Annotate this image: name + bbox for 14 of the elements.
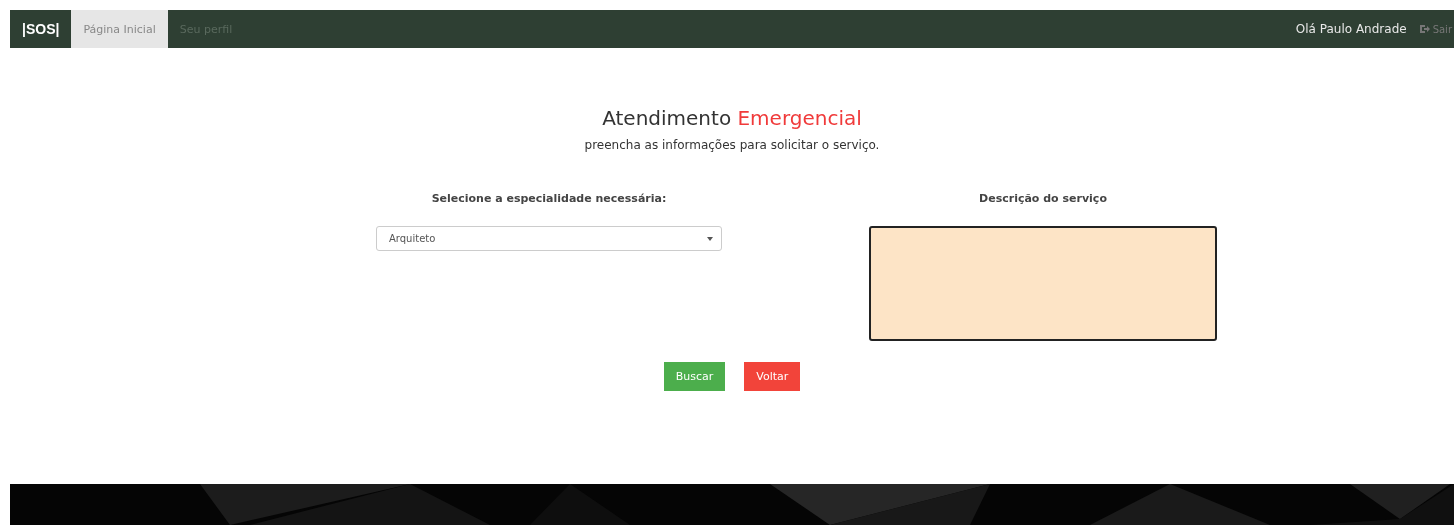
action-button[interactable]: Buscar <box>663 362 726 391</box>
page-title: Atendimento Emergencial <box>601 106 863 130</box>
specialty-dropdown[interactable]: Arquiteto <box>376 226 722 251</box>
brand-logo[interactable]: |SOS| <box>10 10 72 48</box>
caret-icon <box>707 236 713 241</box>
logout-icon <box>1418 24 1430 34</box>
field-label: Descrição do serviço <box>979 192 1107 205</box>
user-greeting: Olá Paulo Andrade <box>1295 21 1408 38</box>
action-button[interactable]: Voltar <box>744 362 801 391</box>
page-subtitle: preencha as informações para solicitar o serviço. <box>583 138 881 152</box>
logout-link[interactable]: Sair <box>1418 10 1454 48</box>
description-field[interactable] <box>869 226 1217 341</box>
nav-tab[interactable]: Página Inicial <box>71 10 168 48</box>
field-label: Selecione a especialidade necessária: <box>431 192 667 205</box>
